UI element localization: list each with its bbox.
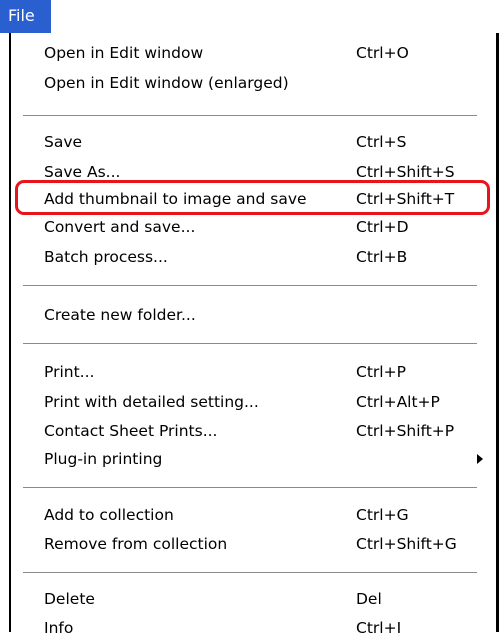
menu-item-shortcut: Ctrl+I [356, 619, 402, 637]
menu-item-save[interactable]: Save Ctrl+S [11, 127, 496, 157]
menu-item-label: Print with detailed setting... [44, 393, 259, 411]
menu-item-open-in-edit-window-enlarged[interactable]: Open in Edit window (enlarged) [11, 68, 496, 98]
menu-item-label: Open in Edit window [44, 44, 204, 62]
menu-item-label: Save As... [44, 163, 121, 181]
menu-item-shortcut: Ctrl+B [356, 248, 408, 266]
file-menu-tab[interactable]: File [0, 0, 51, 33]
menu-item-shortcut: Ctrl+O [356, 44, 409, 62]
menu-item-label: Convert and save... [44, 218, 196, 236]
menu-separator [23, 487, 477, 488]
menu-item-label: Print... [44, 363, 95, 381]
menu-item-label: Save [44, 133, 83, 151]
menu-item-shortcut: Ctrl+Shift+P [356, 422, 455, 440]
menu-item-shortcut: Ctrl+Shift+G [356, 535, 457, 553]
menu-item-label: Remove from collection [44, 535, 228, 553]
menu-separator [23, 343, 477, 344]
menu-item-label: Add to collection [44, 506, 174, 524]
menu-separator [23, 115, 477, 116]
menu-item-create-new-folder[interactable]: Create new folder... [11, 300, 496, 330]
menu-item-print-detailed-setting[interactable]: Print with detailed setting... Ctrl+Alt+… [11, 387, 496, 417]
menu-separator [23, 572, 477, 573]
menu-item-save-as[interactable]: Save As... Ctrl+Shift+S [11, 157, 496, 187]
menu-separator [23, 285, 477, 286]
menu-item-add-thumbnail-and-save[interactable]: Add thumbnail to image and save Ctrl+Shi… [11, 184, 496, 214]
menu-item-shortcut: Ctrl+Shift+S [356, 163, 455, 181]
menu-item-label: Add thumbnail to image and save [44, 190, 307, 208]
menu-item-shortcut: Ctrl+G [356, 506, 409, 524]
menu-item-info[interactable]: Info Ctrl+I [11, 613, 496, 643]
menu-item-open-in-edit-window[interactable]: Open in Edit window Ctrl+O [11, 38, 496, 68]
menu-item-shortcut: Ctrl+S [356, 133, 407, 151]
menu-item-label: Batch process... [44, 248, 168, 266]
menu-bar: File [0, 0, 502, 33]
menu-item-label: Open in Edit window (enlarged) [44, 74, 289, 92]
menu-item-label: Plug-in printing [44, 450, 163, 468]
menu-item-shortcut: Ctrl+P [356, 363, 406, 381]
menu-item-shortcut: Ctrl+Shift+T [356, 190, 455, 208]
menu-item-add-to-collection[interactable]: Add to collection Ctrl+G [11, 500, 496, 530]
menu-item-label: Delete [44, 590, 95, 608]
submenu-arrow-icon [477, 454, 483, 464]
menu-item-shortcut: Ctrl+Alt+P [356, 393, 440, 411]
menu-item-label: Contact Sheet Prints... [44, 422, 218, 440]
menu-item-plug-in-printing[interactable]: Plug-in printing [11, 444, 496, 474]
menu-item-label: Create new folder... [44, 306, 196, 324]
menu-item-convert-and-save[interactable]: Convert and save... Ctrl+D [11, 212, 496, 242]
menu-item-batch-process[interactable]: Batch process... Ctrl+B [11, 242, 496, 272]
menu-item-delete[interactable]: Delete Del [11, 584, 496, 614]
menu-item-label: Info [44, 619, 74, 637]
menu-item-shortcut: Ctrl+D [356, 218, 409, 236]
menu-item-contact-sheet-prints[interactable]: Contact Sheet Prints... Ctrl+Shift+P [11, 416, 496, 446]
file-menu-dropdown: Open in Edit window Ctrl+O Open in Edit … [9, 33, 499, 637]
menu-item-print[interactable]: Print... Ctrl+P [11, 357, 496, 387]
menu-item-shortcut: Del [356, 590, 382, 608]
menu-item-remove-from-collection[interactable]: Remove from collection Ctrl+Shift+G [11, 529, 496, 559]
